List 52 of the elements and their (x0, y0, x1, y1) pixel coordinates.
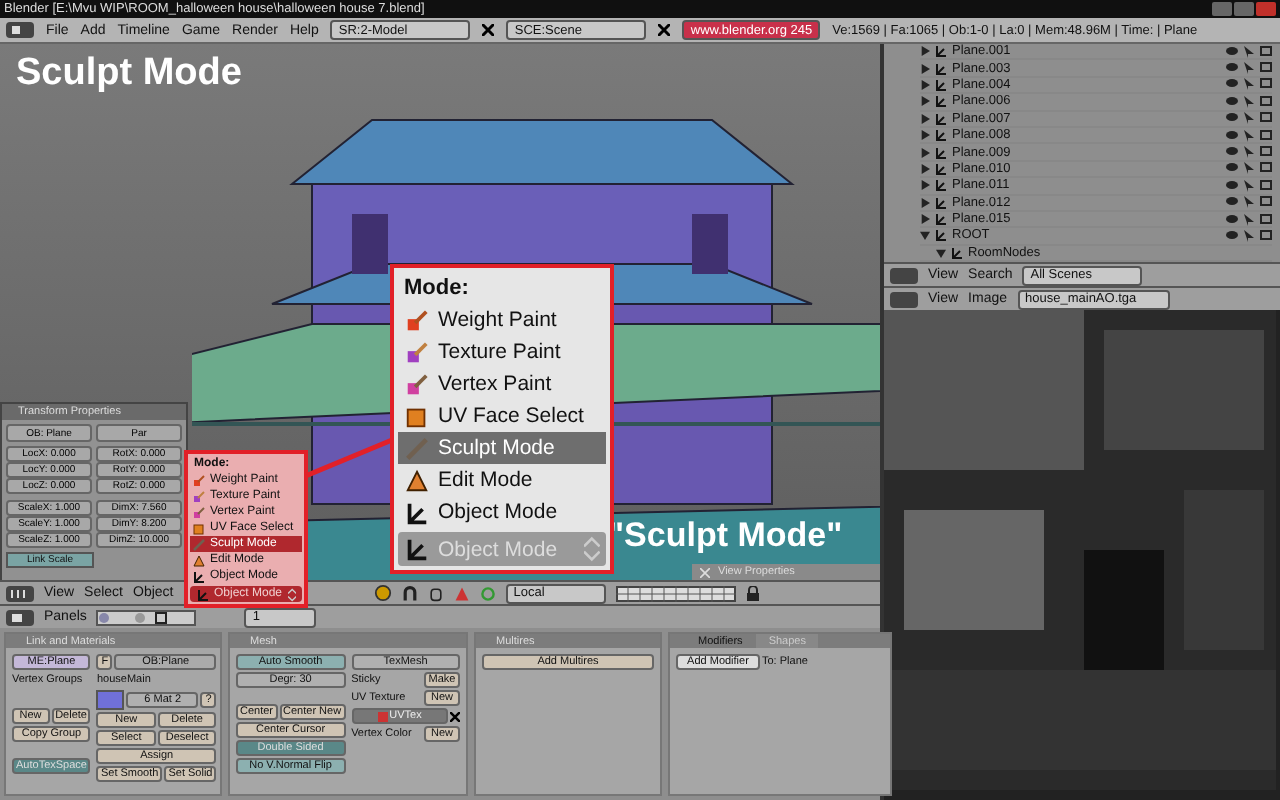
brush-icon (192, 537, 206, 551)
menu-title: Mode: (402, 274, 471, 304)
mode-menu-item[interactable]: Sculpt Mode (398, 432, 606, 464)
collapsed-triangle-icon[interactable] (920, 113, 930, 124)
collapsed-triangle-icon[interactable] (920, 147, 930, 158)
collapsed-triangle-icon[interactable] (920, 197, 930, 208)
collapsed-triangle-icon[interactable] (920, 63, 930, 74)
collapsed-triangle-icon[interactable] (920, 46, 930, 57)
mode-menu-item[interactable]: Edit Mode (398, 464, 606, 496)
brush-icon (404, 371, 430, 397)
window-type-icon[interactable] (6, 22, 34, 38)
shading-sphere-icon[interactable] (373, 584, 392, 602)
triangle-icon (404, 467, 430, 493)
up-down-arrows-icon (287, 587, 296, 601)
up-down-arrows-icon (584, 536, 600, 562)
axes-icon (192, 569, 206, 583)
collapsed-triangle-icon[interactable] (920, 130, 930, 141)
mode-menu-item[interactable]: Vertex Paint (398, 368, 606, 400)
axes-icon (404, 499, 430, 525)
window-type-icon[interactable] (890, 291, 918, 307)
mode-menu-item[interactable]: UV Face Select (398, 400, 606, 432)
close-icon[interactable] (482, 24, 495, 36)
close-icon[interactable] (658, 24, 671, 36)
magnet-icon[interactable] (401, 585, 418, 601)
mode-menu-item[interactable]: Texture Paint (398, 336, 606, 368)
layer-buttons-icon[interactable] (615, 585, 736, 601)
mode-menu-item[interactable]: Weight Paint (398, 304, 606, 336)
axes-icon (196, 587, 210, 601)
mode-label: "Sculpt Mode" (608, 516, 843, 556)
close-icon[interactable] (450, 711, 460, 721)
mode-caption: Sculpt Mode (16, 52, 242, 96)
collapsed-triangle-icon[interactable] (920, 214, 930, 225)
expanded-triangle-icon[interactable] (920, 230, 930, 241)
square-icon (404, 403, 430, 429)
context-buttons-icon[interactable] (96, 609, 197, 625)
window-type-icon[interactable] (6, 609, 34, 625)
triangle-icon (192, 553, 206, 567)
brush-icon (404, 435, 430, 461)
collapsed-triangle-icon[interactable] (920, 163, 930, 174)
brush-icon (404, 307, 430, 333)
collapsed-triangle-icon[interactable] (920, 180, 930, 191)
mode-menu-item[interactable]: Object Mode (398, 496, 606, 528)
collapsed-triangle-icon[interactable] (920, 96, 930, 107)
axes-icon (404, 536, 430, 562)
collapsed-triangle-icon[interactable] (920, 79, 930, 90)
window-type-icon[interactable] (6, 585, 34, 601)
square-icon (192, 521, 206, 535)
material-color-swatch[interactable] (96, 690, 125, 710)
window-type-icon[interactable] (890, 267, 918, 283)
brush-icon (404, 339, 430, 365)
expanded-triangle-icon[interactable] (936, 247, 946, 258)
lock-icon[interactable] (745, 585, 760, 601)
